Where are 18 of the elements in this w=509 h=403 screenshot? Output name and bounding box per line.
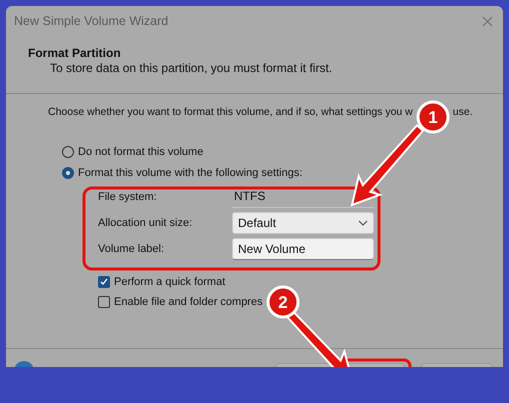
setting-label: File system: [98, 190, 158, 202]
checkbox-option[interactable]: Perform a quick format [98, 276, 503, 288]
allocation-dropdown[interactable]: Default [232, 212, 374, 234]
setting-label: Allocation unit size: [98, 217, 194, 229]
close-icon[interactable] [482, 16, 493, 26]
window-title: New Simple Volume Wizard [14, 14, 168, 28]
checkmark-icon [100, 278, 108, 286]
radio-option[interactable]: Format this volume with the following settings: [62, 167, 503, 179]
instruction-text: use. [452, 106, 473, 118]
step-number: 2 [278, 293, 288, 312]
setting-label: Volume label: [98, 243, 166, 255]
volume-label-field[interactable]: New Volume [232, 238, 374, 260]
page-title: Format Partition [28, 46, 122, 60]
step-number: 1 [428, 108, 438, 127]
page-subtitle: To store data on this partition, you must format it first. [49, 61, 334, 75]
chevron-down-icon [358, 220, 368, 226]
instruction-text: Choose whether you want to format this volume, and if so, what settings you w [48, 106, 413, 118]
radio-option[interactable]: Do not format this volume [62, 146, 503, 158]
